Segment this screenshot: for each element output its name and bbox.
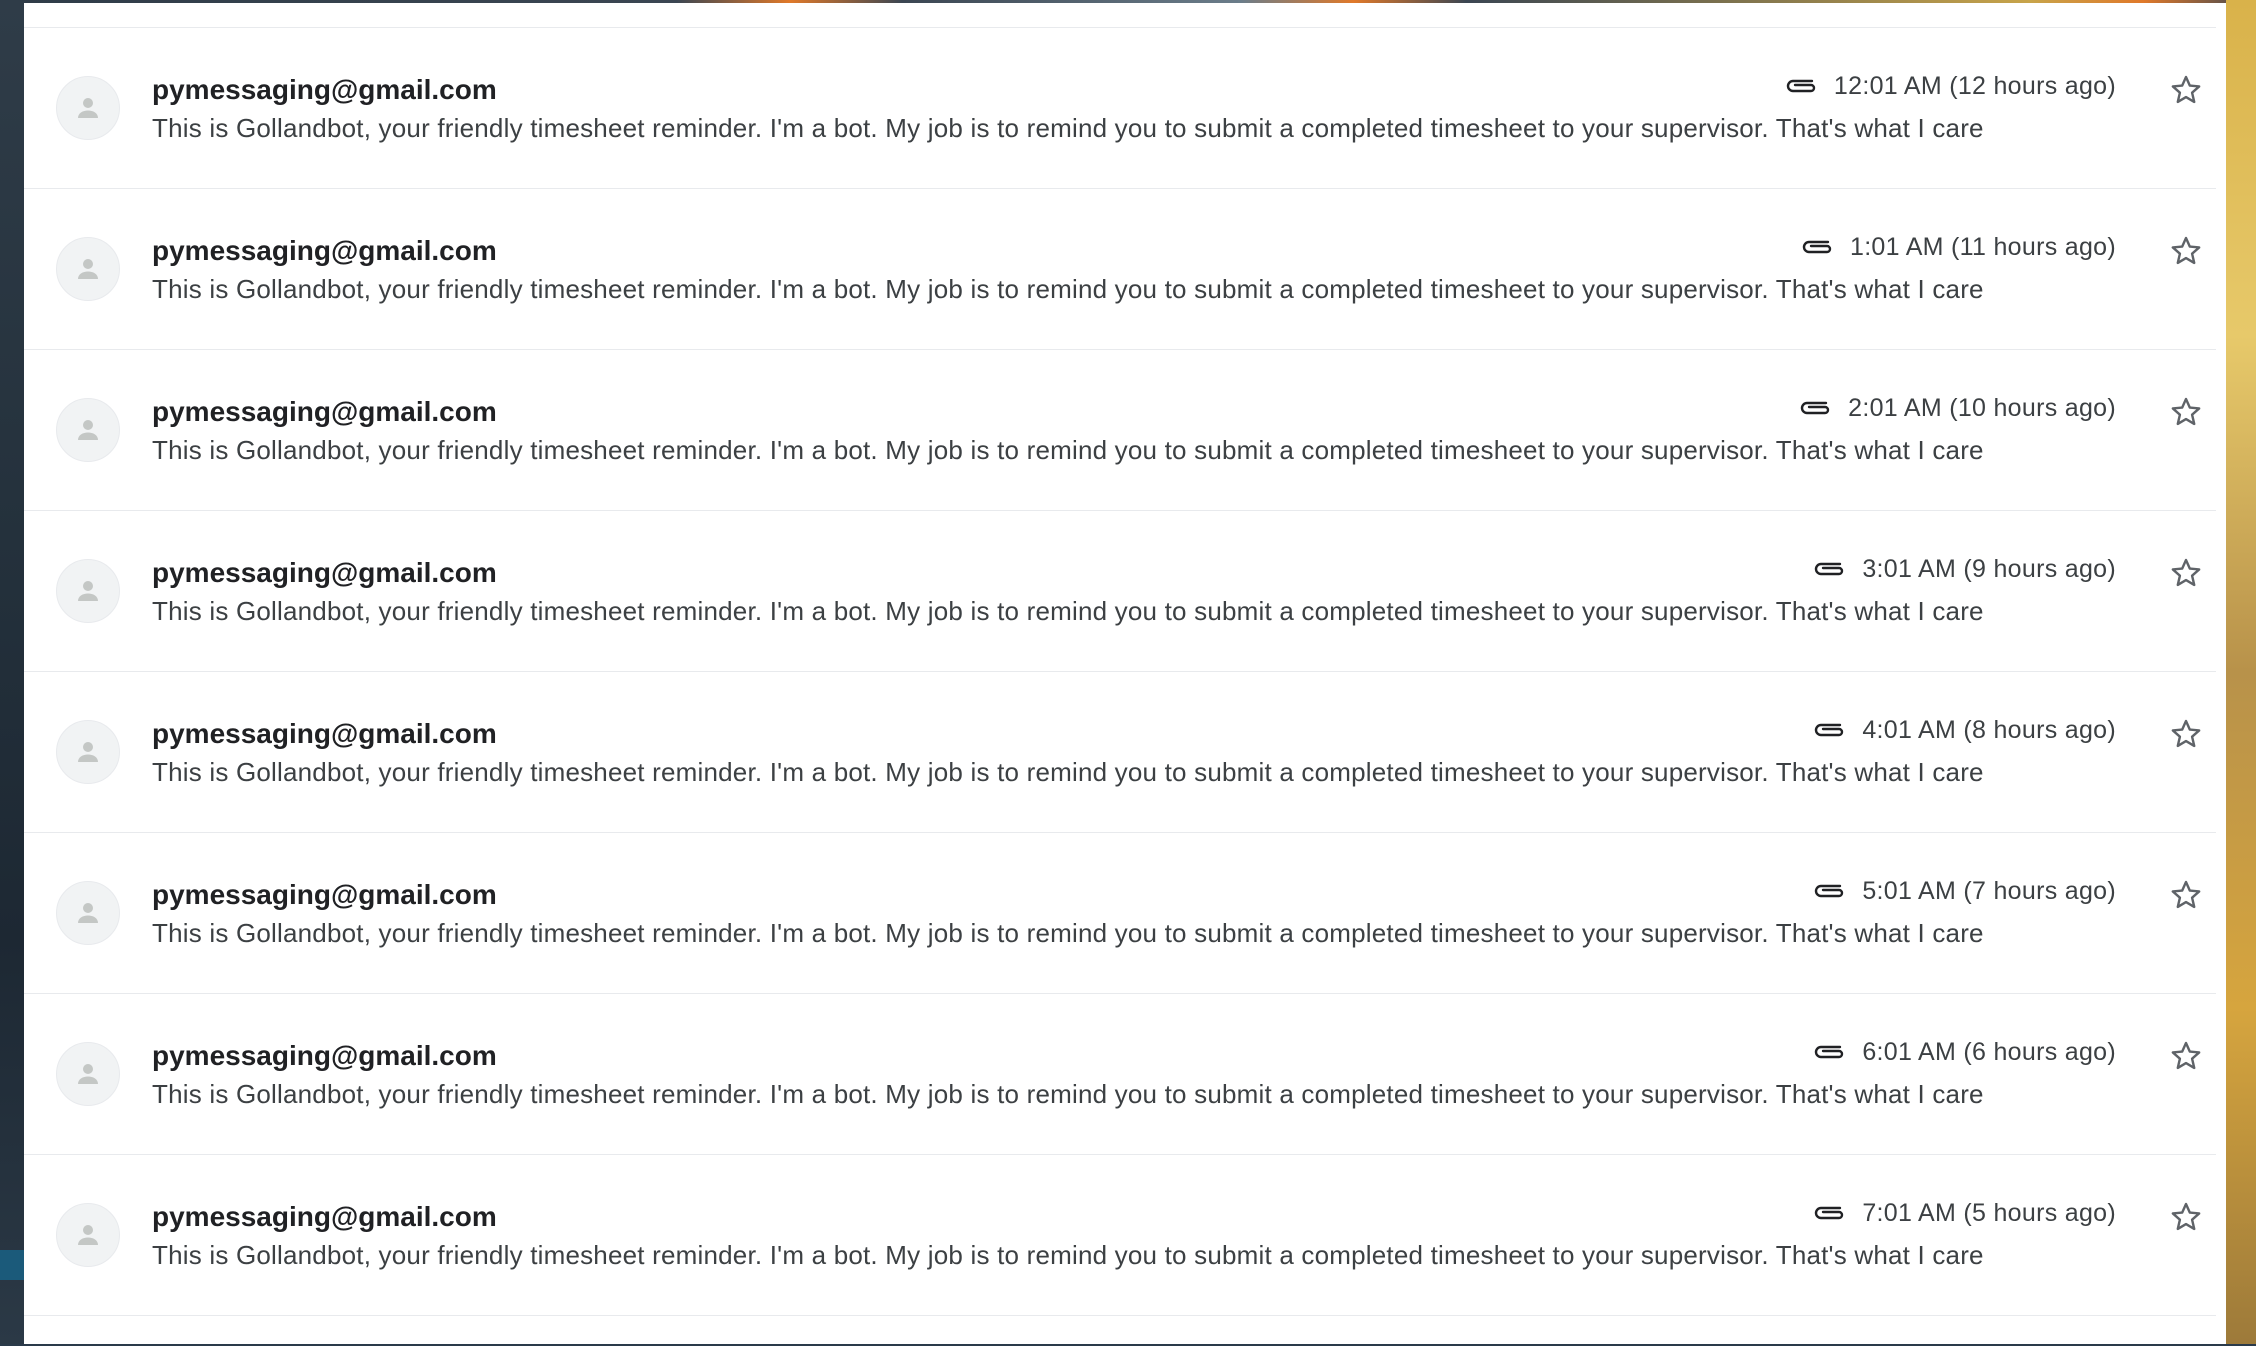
email-snippet: This is Gollandbot, your friendly timesh… [152, 1240, 1984, 1270]
sender-name: pymessaging@gmail.com [152, 1040, 497, 1071]
person-icon [78, 420, 98, 440]
paperclip-icon [1798, 398, 1834, 420]
avatar [56, 237, 120, 301]
person-icon [78, 581, 98, 601]
email-row[interactable]: pymessaging@gmail.com This is Gollandbot… [24, 350, 2216, 511]
email-timestamp: 4:01 AM (8 hours ago) [1862, 716, 2116, 744]
star-icon[interactable] [2166, 553, 2206, 593]
email-snippet: This is Gollandbot, your friendly timesh… [152, 596, 1984, 626]
email-meta: 7:01 AM (5 hours ago) [1812, 1199, 2116, 1228]
email-timestamp: 7:01 AM (5 hours ago) [1862, 1199, 2116, 1227]
star-icon[interactable] [2166, 1197, 2206, 1237]
person-icon [78, 1225, 98, 1245]
email-timestamp: 6:01 AM (6 hours ago) [1862, 1038, 2116, 1066]
person-icon [78, 742, 98, 762]
email-meta: 6:01 AM (6 hours ago) [1812, 1038, 2116, 1067]
email-timestamp: 1:01 AM (11 hours ago) [1849, 233, 2116, 261]
mail-window: pymessaging@gmail.com This is Gollandbot… [24, 3, 2226, 1344]
email-list: pymessaging@gmail.com This is Gollandbot… [24, 27, 2216, 1346]
sender-name: pymessaging@gmail.com [152, 1201, 497, 1232]
email-row[interactable]: pymessaging@gmail.com This is Gollandbot… [24, 28, 2216, 189]
email-timestamp: 3:01 AM (9 hours ago) [1862, 555, 2116, 583]
avatar [56, 559, 120, 623]
email-row[interactable]: pymessaging@gmail.com This is Gollandbot… [24, 511, 2216, 672]
person-icon [78, 903, 98, 923]
star-icon[interactable] [2166, 1036, 2206, 1076]
sender-name: pymessaging@gmail.com [152, 74, 497, 105]
email-row[interactable]: pymessaging@gmail.com This is Gollandbot… [24, 189, 2216, 350]
avatar [56, 76, 120, 140]
email-row[interactable]: pymessaging@gmail.com This is Gollandbot… [24, 833, 2216, 994]
avatar [56, 720, 120, 784]
email-meta: 5:01 AM (7 hours ago) [1812, 877, 2116, 906]
paperclip-icon [1800, 237, 1836, 259]
avatar [56, 1203, 120, 1267]
sender-name: pymessaging@gmail.com [152, 396, 497, 427]
email-timestamp: 12:01 AM (12 hours ago) [1833, 72, 2116, 100]
desktop-background-right [2226, 0, 2256, 1344]
email-snippet: This is Gollandbot, your friendly timesh… [152, 274, 1984, 304]
paperclip-icon [1812, 720, 1848, 742]
email-snippet: This is Gollandbot, your friendly timesh… [152, 918, 1984, 948]
star-icon[interactable] [2166, 875, 2206, 915]
paperclip-icon [1812, 1203, 1848, 1225]
avatar [56, 398, 120, 462]
email-snippet: This is Gollandbot, your friendly timesh… [152, 1079, 1984, 1109]
person-icon [78, 98, 98, 118]
email-meta: 1:01 AM (11 hours ago) [1800, 233, 2116, 262]
person-icon [78, 1064, 98, 1084]
email-snippet: This is Gollandbot, your friendly timesh… [152, 757, 1984, 787]
email-row[interactable]: pymessaging@gmail.com This is Gollandbot… [24, 994, 2216, 1155]
star-icon[interactable] [2166, 231, 2206, 271]
avatar [56, 881, 120, 945]
email-row[interactable]: pymessaging@gmail.com This is Gollandbot… [24, 1155, 2216, 1316]
email-snippet: This is Gollandbot, your friendly timesh… [152, 435, 1984, 465]
person-icon [78, 259, 98, 279]
sender-name: pymessaging@gmail.com [152, 235, 497, 266]
email-row-partial[interactable] [24, 1316, 2216, 1346]
sender-name: pymessaging@gmail.com [152, 557, 497, 588]
email-meta: 12:01 AM (12 hours ago) [1784, 72, 2116, 101]
paperclip-icon [1812, 559, 1848, 581]
email-meta: 4:01 AM (8 hours ago) [1812, 716, 2116, 745]
paperclip-icon [1812, 1042, 1848, 1064]
email-timestamp: 2:01 AM (10 hours ago) [1848, 394, 2116, 422]
email-snippet: This is Gollandbot, your friendly timesh… [152, 113, 1984, 143]
paperclip-icon [1784, 76, 1820, 98]
email-row[interactable]: pymessaging@gmail.com This is Gollandbot… [24, 672, 2216, 833]
email-meta: 2:01 AM (10 hours ago) [1798, 394, 2116, 423]
email-timestamp: 5:01 AM (7 hours ago) [1862, 877, 2116, 905]
star-icon[interactable] [2166, 70, 2206, 110]
email-meta: 3:01 AM (9 hours ago) [1812, 555, 2116, 584]
sender-name: pymessaging@gmail.com [152, 718, 497, 749]
avatar [56, 1042, 120, 1106]
desktop-background-left [0, 0, 24, 1344]
sender-name: pymessaging@gmail.com [152, 879, 497, 910]
paperclip-icon [1812, 881, 1848, 903]
star-icon[interactable] [2166, 392, 2206, 432]
star-icon[interactable] [2166, 714, 2206, 754]
